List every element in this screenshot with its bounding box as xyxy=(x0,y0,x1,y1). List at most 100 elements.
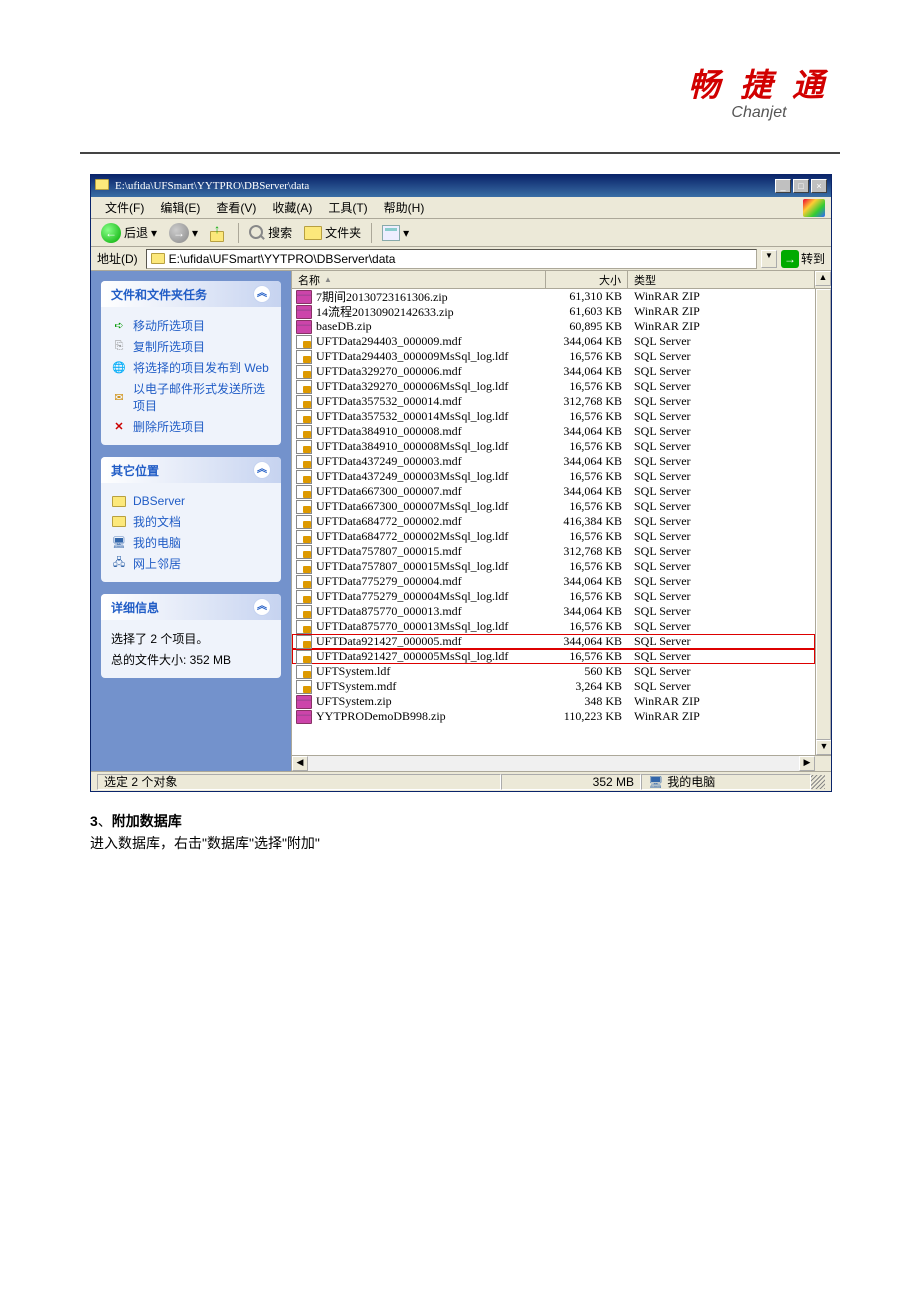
file-name: UFTData294403_000009.mdf xyxy=(316,334,462,349)
file-row[interactable]: YYTPRODemoDB998.zip110,223 KBWinRAR ZIP xyxy=(292,709,815,724)
views-button[interactable]: ▾ xyxy=(378,223,413,243)
col-size[interactable]: 大小 xyxy=(546,271,628,288)
separator xyxy=(371,223,372,243)
file-row[interactable]: UFTData294403_000009MsSql_log.ldf16,576 … xyxy=(292,349,815,364)
menu-tools[interactable]: 工具(T) xyxy=(320,199,375,216)
file-row[interactable]: UFTData437249_000003MsSql_log.ldf16,576 … xyxy=(292,469,815,484)
file-name: UFTData667300_000007.mdf xyxy=(316,484,462,499)
list-header: 名称▲ 大小 类型 ▲ xyxy=(292,271,831,289)
file-icon xyxy=(296,410,312,424)
titlebar[interactable]: E:\ufida\UFSmart\YYTPRO\DBServer\data _ … xyxy=(91,175,831,197)
place-dbserver[interactable]: DBServer xyxy=(111,491,271,511)
task-move[interactable]: ➪移动所选项目 xyxy=(111,315,271,336)
place-network[interactable]: 🖧网上邻居 xyxy=(111,553,271,574)
file-row[interactable]: UFTData294403_000009.mdf344,064 KBSQL Se… xyxy=(292,334,815,349)
resize-grip-icon[interactable] xyxy=(811,775,825,789)
menu-view[interactable]: 查看(V) xyxy=(208,199,264,216)
go-button[interactable]: → 转到 xyxy=(781,250,825,268)
file-row[interactable]: UFTSystem.ldf560 KBSQL Server xyxy=(292,664,815,679)
task-delete[interactable]: ✕删除所选项目 xyxy=(111,416,271,437)
file-row[interactable]: UFTData684772_000002.mdf416,384 KBSQL Se… xyxy=(292,514,815,529)
collapse-icon[interactable]: ︽ xyxy=(253,285,271,303)
file-row[interactable]: UFTSystem.zip348 KBWinRAR ZIP xyxy=(292,694,815,709)
col-type[interactable]: 类型 xyxy=(628,271,815,288)
scroll-left-button[interactable]: ◀ xyxy=(292,756,308,771)
file-size: 16,576 KB xyxy=(546,619,628,634)
vertical-scrollbar[interactable]: ▼ xyxy=(815,289,831,755)
file-type: SQL Server xyxy=(628,334,815,349)
file-row[interactable]: UFTData684772_000002MsSql_log.ldf16,576 … xyxy=(292,529,815,544)
file-row[interactable]: UFTData757807_000015MsSql_log.ldf16,576 … xyxy=(292,559,815,574)
scroll-thumb[interactable] xyxy=(816,289,831,740)
horizontal-scrollbar[interactable]: ◀ ▶ xyxy=(292,755,831,771)
file-icon xyxy=(296,590,312,604)
collapse-icon[interactable]: ︽ xyxy=(253,461,271,479)
file-icon xyxy=(296,710,312,724)
file-row[interactable]: UFTData329270_000006MsSql_log.ldf16,576 … xyxy=(292,379,815,394)
file-row[interactable]: UFTData357532_000014.mdf312,768 KBSQL Se… xyxy=(292,394,815,409)
menu-favorites[interactable]: 收藏(A) xyxy=(264,199,320,216)
file-row[interactable]: UFTData357532_000014MsSql_log.ldf16,576 … xyxy=(292,409,815,424)
scroll-track[interactable] xyxy=(308,756,799,771)
file-row[interactable]: UFTData757807_000015.mdf312,768 KBSQL Se… xyxy=(292,544,815,559)
file-icon xyxy=(296,320,312,334)
menu-edit[interactable]: 编辑(E) xyxy=(152,199,208,216)
status-selection: 选定 2 个对象 xyxy=(97,774,501,790)
file-icon xyxy=(296,665,312,679)
file-row[interactable]: UFTData384910_000008MsSql_log.ldf16,576 … xyxy=(292,439,815,454)
close-button[interactable]: × xyxy=(811,179,827,193)
file-row[interactable]: UFTData875770_000013MsSql_log.ldf16,576 … xyxy=(292,619,815,634)
file-row[interactable]: UFTData875770_000013.mdf344,064 KBSQL Se… xyxy=(292,604,815,619)
task-email[interactable]: ✉以电子邮件形式发送所选项目 xyxy=(111,378,271,416)
up-button[interactable]: ↑ xyxy=(206,222,232,244)
minimize-button[interactable]: _ xyxy=(775,179,791,193)
file-row[interactable]: UFTData384910_000008.mdf344,064 KBSQL Se… xyxy=(292,424,815,439)
tasks-sidebar: 文件和文件夹任务 ︽ ➪移动所选项目 ⎘复制所选项目 🌐将选择的项目发布到 We… xyxy=(91,271,291,771)
scroll-up-button[interactable]: ▲ xyxy=(815,271,831,286)
search-button[interactable]: 搜索 xyxy=(245,222,296,243)
file-row[interactable]: UFTData775279_000004.mdf344,064 KBSQL Se… xyxy=(292,574,815,589)
back-button[interactable]: ← 后退 ▾ xyxy=(97,221,161,245)
file-row[interactable]: 14流程20130902142633.zip61,603 KBWinRAR ZI… xyxy=(292,304,815,319)
maximize-button[interactable]: □ xyxy=(793,179,809,193)
list-body[interactable]: 7期间20130723161306.zip61,310 KBWinRAR ZIP… xyxy=(292,289,815,755)
place-computer[interactable]: 🖥我的电脑 xyxy=(111,532,271,553)
task-publish[interactable]: 🌐将选择的项目发布到 Web xyxy=(111,357,271,378)
file-row[interactable]: UFTSystem.mdf3,264 KBSQL Server xyxy=(292,679,815,694)
file-icon xyxy=(296,575,312,589)
file-row[interactable]: UFTData667300_000007.mdf344,064 KBSQL Se… xyxy=(292,484,815,499)
details-line1: 选择了 2 个项目。 xyxy=(111,628,271,649)
address-dropdown[interactable]: ▼ xyxy=(761,250,777,268)
address-input[interactable]: E:\ufida\UFSmart\YYTPRO\DBServer\data xyxy=(146,249,757,269)
file-row[interactable]: UFTData667300_000007MsSql_log.ldf16,576 … xyxy=(292,499,815,514)
file-row[interactable]: UFTData329270_000006.mdf344,064 KBSQL Se… xyxy=(292,364,815,379)
task-copy[interactable]: ⎘复制所选项目 xyxy=(111,336,271,357)
col-name[interactable]: 名称▲ xyxy=(292,271,546,288)
search-label: 搜索 xyxy=(268,224,292,241)
file-name: UFTData921427_000005MsSql_log.ldf xyxy=(316,649,508,664)
file-row[interactable]: 7期间20130723161306.zip61,310 KBWinRAR ZIP xyxy=(292,289,815,304)
menu-help[interactable]: 帮助(H) xyxy=(376,199,433,216)
go-arrow-icon: → xyxy=(781,250,799,268)
file-row[interactable]: UFTData921427_000005MsSql_log.ldf16,576 … xyxy=(292,649,815,664)
place-documents[interactable]: 我的文档 xyxy=(111,511,271,532)
file-row[interactable]: UFTData775279_000004MsSql_log.ldf16,576 … xyxy=(292,589,815,604)
go-label: 转到 xyxy=(801,250,825,267)
folders-button[interactable]: 文件夹 xyxy=(300,222,365,243)
menu-file[interactable]: 文件(F) xyxy=(97,199,152,216)
file-size: 16,576 KB xyxy=(546,529,628,544)
file-row[interactable]: baseDB.zip60,895 KBWinRAR ZIP xyxy=(292,319,815,334)
file-row[interactable]: UFTData437249_000003.mdf344,064 KBSQL Se… xyxy=(292,454,815,469)
forward-button[interactable]: → ▾ xyxy=(165,221,202,245)
file-icon xyxy=(296,365,312,379)
file-size: 3,264 KB xyxy=(546,679,628,694)
collapse-icon[interactable]: ︽ xyxy=(253,598,271,616)
file-icon xyxy=(296,530,312,544)
file-row[interactable]: UFTData921427_000005.mdf344,064 KBSQL Se… xyxy=(292,634,815,649)
copy-icon: ⎘ xyxy=(111,339,127,355)
scroll-right-button[interactable]: ▶ xyxy=(799,756,815,771)
scroll-corner xyxy=(815,756,831,771)
file-name: YYTPRODemoDB998.zip xyxy=(316,709,446,724)
scroll-down-button[interactable]: ▼ xyxy=(816,740,831,755)
file-size: 344,064 KB xyxy=(546,484,628,499)
